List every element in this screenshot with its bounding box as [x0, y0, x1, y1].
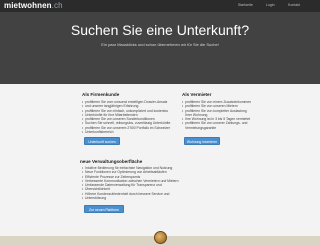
logo-text: mietwohnen [4, 1, 52, 10]
hero-title: Suchen Sie eine Unterkunft? [70, 22, 250, 38]
list-item: profitieren Sie von kompletter Auslastun… [182, 109, 252, 118]
nav-login[interactable]: Login [266, 3, 275, 8]
nav-startseite[interactable]: Startseite [238, 3, 253, 8]
verwaltung-list: Intuitive Bedienung für einfachste Navig… [82, 166, 182, 201]
nav-kontakt[interactable]: Kontakt [288, 3, 300, 8]
list-item: profitieren Sie von unserer Zahlungs- un… [182, 121, 252, 130]
firmenkunde-list: profitieren Sie vom umsonst erstelligen … [82, 100, 172, 135]
site-logo[interactable]: mietwohnen.ch [4, 1, 63, 11]
vermieter-title: Als Vermieter [182, 92, 212, 97]
firmenkunde-title: Als Firmenkunde [82, 92, 120, 97]
verwaltung-title: neue Verwaltungsoberfläche [80, 159, 143, 164]
vermieter-button[interactable]: Wohnung inserieren [184, 137, 220, 145]
list-item: Unterstützung [82, 196, 182, 201]
seal-badge-icon [154, 231, 167, 244]
hero-subtitle: Ein paar Mausklicks und schon übernehmen… [101, 42, 219, 47]
logo-domain: .ch [51, 1, 63, 10]
verwaltung-button[interactable]: Zur neuen Plattform [84, 205, 124, 213]
list-item: Unterkunftsbereich [82, 130, 172, 135]
vermieter-list: profitieren Sie von einem Zusatzeinkomme… [182, 100, 252, 130]
firmenkunde-button[interactable]: Unterkunft suchen [84, 137, 120, 145]
top-navigation-bar: mietwohnen.ch Startseite Login Kontakt [0, 0, 320, 12]
